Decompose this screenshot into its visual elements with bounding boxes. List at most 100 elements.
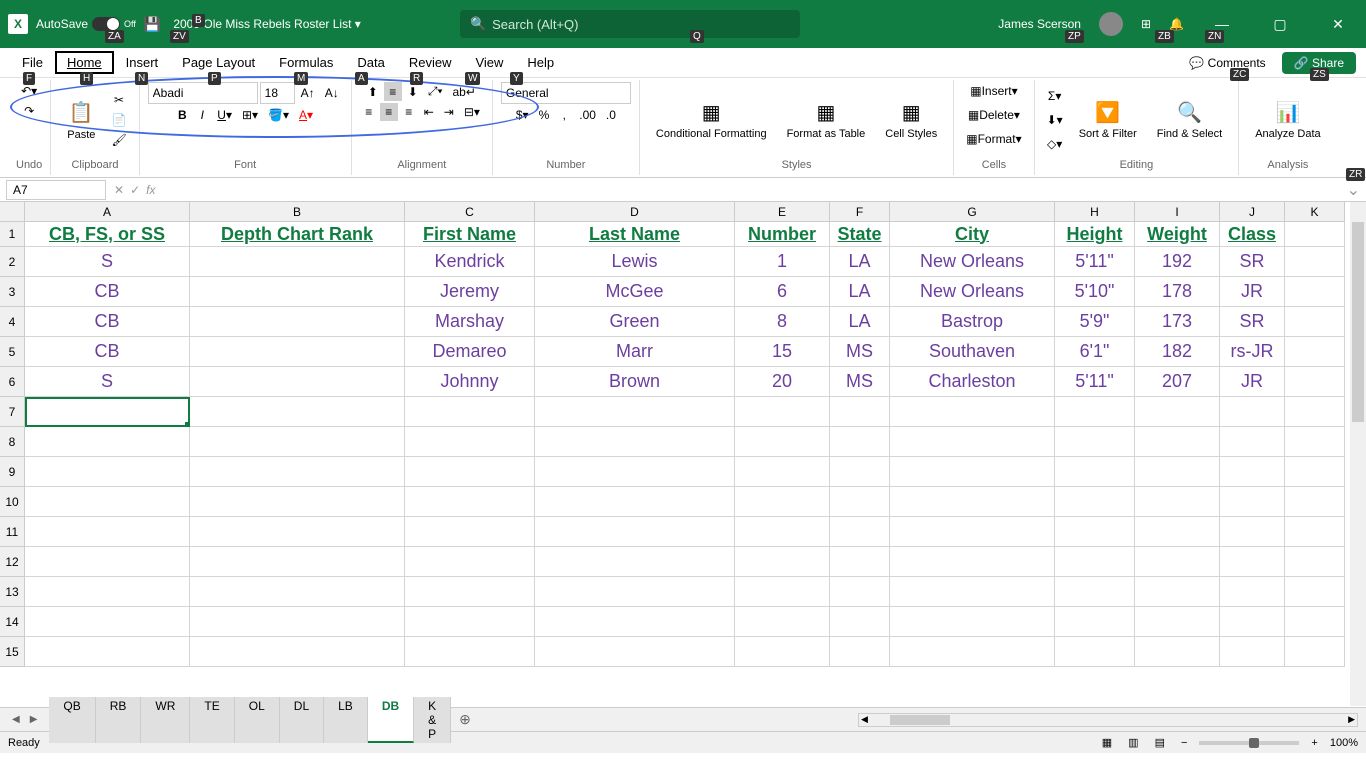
row-header-10[interactable]: 10 bbox=[0, 487, 25, 517]
expand-formula-icon[interactable]: ⌄ bbox=[1341, 180, 1366, 200]
cell-G3[interactable]: New Orleans bbox=[890, 277, 1055, 307]
tab-insert[interactable]: Insert bbox=[114, 51, 171, 74]
cell-E1[interactable]: Number bbox=[735, 222, 830, 247]
cell-E8[interactable] bbox=[735, 427, 830, 457]
cell-G9[interactable] bbox=[890, 457, 1055, 487]
cell-G6[interactable]: Charleston bbox=[890, 367, 1055, 397]
cell-D9[interactable] bbox=[535, 457, 735, 487]
cell-E7[interactable] bbox=[735, 397, 830, 427]
cell-F11[interactable] bbox=[830, 517, 890, 547]
cell-H3[interactable]: 5'10" bbox=[1055, 277, 1135, 307]
fill-button[interactable]: ⬇▾ bbox=[1043, 111, 1067, 129]
cell-K4[interactable] bbox=[1285, 307, 1345, 337]
cell-H10[interactable] bbox=[1055, 487, 1135, 517]
cell-E5[interactable]: 15 bbox=[735, 337, 830, 367]
cell-F15[interactable] bbox=[830, 637, 890, 667]
cut-button[interactable]: ✂ bbox=[107, 91, 130, 109]
cell-D6[interactable]: Brown bbox=[535, 367, 735, 397]
copy-button[interactable]: 📄 bbox=[107, 111, 130, 129]
cell-E13[interactable] bbox=[735, 577, 830, 607]
cell-K2[interactable] bbox=[1285, 247, 1345, 277]
cell-F3[interactable]: LA bbox=[830, 277, 890, 307]
align-right-button[interactable]: ≡ bbox=[400, 103, 418, 121]
cell-B14[interactable] bbox=[190, 607, 405, 637]
cell-A7[interactable] bbox=[25, 397, 190, 427]
cell-G2[interactable]: New Orleans bbox=[890, 247, 1055, 277]
cell-A11[interactable] bbox=[25, 517, 190, 547]
cell-B12[interactable] bbox=[190, 547, 405, 577]
sheet-nav-next[interactable]: ▶ bbox=[26, 712, 42, 727]
col-header-G[interactable]: G bbox=[890, 202, 1055, 222]
cell-J6[interactable]: JR bbox=[1220, 367, 1285, 397]
cell-G1[interactable]: City bbox=[890, 222, 1055, 247]
cell-J10[interactable] bbox=[1220, 487, 1285, 517]
cell-C2[interactable]: Kendrick bbox=[405, 247, 535, 277]
cell-G5[interactable]: Southaven bbox=[890, 337, 1055, 367]
zoom-out-button[interactable]: − bbox=[1177, 735, 1191, 751]
row-header-14[interactable]: 14 bbox=[0, 607, 25, 637]
cell-C4[interactable]: Marshay bbox=[405, 307, 535, 337]
row-header-5[interactable]: 5 bbox=[0, 337, 25, 367]
cell-C7[interactable] bbox=[405, 397, 535, 427]
font-name-select[interactable] bbox=[148, 82, 258, 104]
name-box[interactable]: A7 bbox=[6, 180, 106, 200]
cell-B2[interactable] bbox=[190, 247, 405, 277]
cell-A1[interactable]: CB, FS, or SS bbox=[25, 222, 190, 247]
row-header-8[interactable]: 8 bbox=[0, 427, 25, 457]
find-select-button[interactable]: 🔍 Find & Select bbox=[1149, 94, 1230, 144]
cell-I11[interactable] bbox=[1135, 517, 1220, 547]
row-header-2[interactable]: 2 bbox=[0, 247, 25, 277]
cell-C13[interactable] bbox=[405, 577, 535, 607]
cell-D5[interactable]: Marr bbox=[535, 337, 735, 367]
cells-area[interactable]: CB, FS, or SSDepth Chart RankFirst NameL… bbox=[25, 222, 1345, 667]
cell-E14[interactable] bbox=[735, 607, 830, 637]
cell-A8[interactable] bbox=[25, 427, 190, 457]
cell-J7[interactable] bbox=[1220, 397, 1285, 427]
cell-A5[interactable]: CB bbox=[25, 337, 190, 367]
tab-view[interactable]: View bbox=[463, 51, 515, 74]
cell-C8[interactable] bbox=[405, 427, 535, 457]
enter-formula-icon[interactable]: ✓ bbox=[130, 183, 140, 197]
cell-D15[interactable] bbox=[535, 637, 735, 667]
cell-B7[interactable] bbox=[190, 397, 405, 427]
cell-H1[interactable]: Height bbox=[1055, 222, 1135, 247]
cell-J5[interactable]: rs-JR bbox=[1220, 337, 1285, 367]
tab-data[interactable]: Data bbox=[345, 51, 396, 74]
cell-F4[interactable]: LA bbox=[830, 307, 890, 337]
cell-K3[interactable] bbox=[1285, 277, 1345, 307]
col-header-C[interactable]: C bbox=[405, 202, 535, 222]
row-header-3[interactable]: 3 bbox=[0, 277, 25, 307]
cell-H5[interactable]: 6'1" bbox=[1055, 337, 1135, 367]
autosave-toggle[interactable]: AutoSave Off bbox=[36, 17, 136, 31]
cell-K11[interactable] bbox=[1285, 517, 1345, 547]
cell-K8[interactable] bbox=[1285, 427, 1345, 457]
currency-button[interactable]: $▾ bbox=[512, 106, 533, 124]
scrollbar-thumb[interactable] bbox=[890, 715, 950, 725]
cell-H9[interactable] bbox=[1055, 457, 1135, 487]
normal-view-button[interactable]: ▦ bbox=[1098, 734, 1116, 751]
decrease-decimal-button[interactable]: .0 bbox=[602, 106, 620, 124]
increase-indent-button[interactable]: ⇥ bbox=[440, 103, 458, 121]
scroll-left-icon[interactable]: ◀ bbox=[859, 714, 870, 725]
format-painter-button[interactable]: 🖌 bbox=[107, 131, 130, 149]
row-header-1[interactable]: 1 bbox=[0, 222, 25, 247]
cell-I5[interactable]: 182 bbox=[1135, 337, 1220, 367]
row-header-11[interactable]: 11 bbox=[0, 517, 25, 547]
conditional-formatting-button[interactable]: ▦ Conditional Formatting bbox=[648, 94, 775, 144]
row-header-4[interactable]: 4 bbox=[0, 307, 25, 337]
autosum-button[interactable]: Σ▾ bbox=[1043, 87, 1067, 105]
cell-E15[interactable] bbox=[735, 637, 830, 667]
cell-E6[interactable]: 20 bbox=[735, 367, 830, 397]
row-header-15[interactable]: 15 bbox=[0, 637, 25, 667]
cell-K14[interactable] bbox=[1285, 607, 1345, 637]
italic-button[interactable]: I bbox=[193, 106, 211, 124]
align-middle-button[interactable]: ≡ bbox=[384, 82, 402, 101]
zoom-in-button[interactable]: + bbox=[1307, 735, 1321, 751]
cell-K12[interactable] bbox=[1285, 547, 1345, 577]
cell-F10[interactable] bbox=[830, 487, 890, 517]
scrollbar-thumb[interactable] bbox=[1352, 222, 1364, 422]
cell-E9[interactable] bbox=[735, 457, 830, 487]
bold-button[interactable]: B bbox=[173, 106, 191, 124]
align-center-button[interactable]: ≡ bbox=[380, 103, 398, 121]
cell-J14[interactable] bbox=[1220, 607, 1285, 637]
